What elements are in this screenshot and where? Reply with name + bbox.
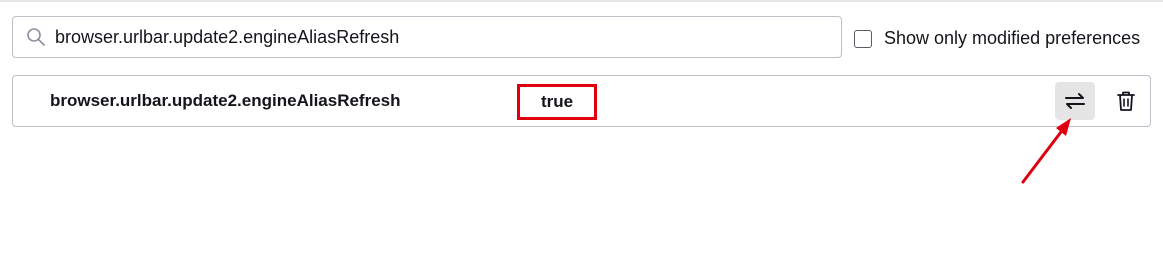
top-divider [0, 0, 1163, 2]
trash-icon [1117, 91, 1135, 111]
preference-row: browser.urlbar.update2.engineAliasRefres… [12, 75, 1151, 127]
show-modified-toggle[interactable]: Show only modified preferences [854, 28, 1140, 49]
search-icon [25, 26, 47, 48]
toggle-arrows-icon [1065, 93, 1085, 109]
search-input[interactable] [55, 22, 841, 52]
preference-name: browser.urlbar.update2.engineAliasRefres… [50, 91, 401, 110]
show-modified-checkbox[interactable] [854, 29, 872, 48]
toggle-button[interactable] [1055, 82, 1095, 120]
value-highlight-box: true [517, 84, 597, 120]
delete-button[interactable] [1108, 82, 1144, 120]
preference-search-box[interactable] [12, 16, 842, 58]
preference-value: true [540, 92, 574, 111]
show-modified-label[interactable]: Show only modified preferences [884, 28, 1140, 49]
